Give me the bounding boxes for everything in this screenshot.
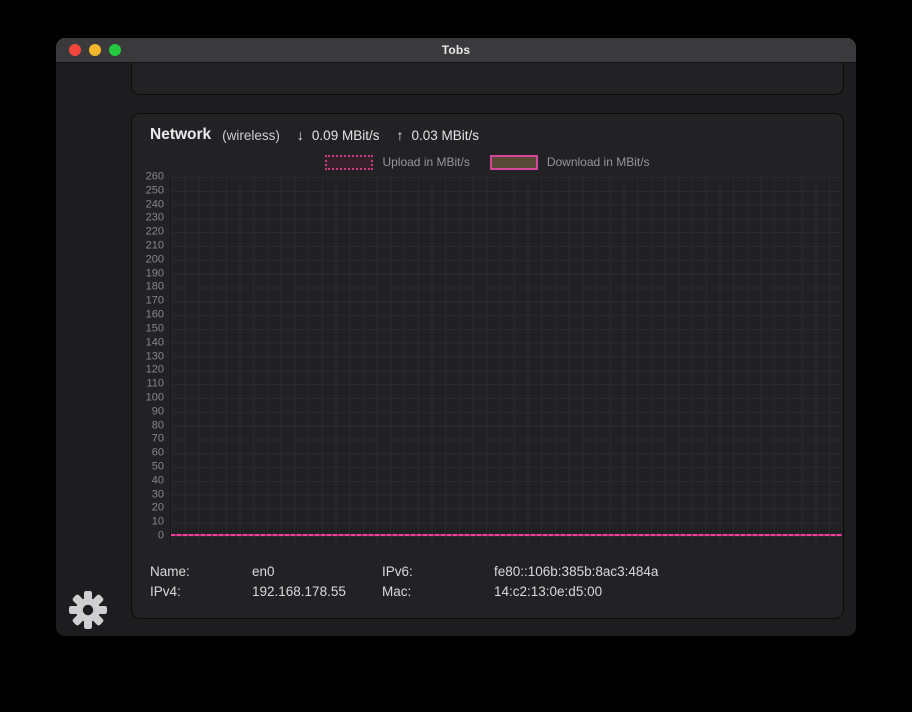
- info-value-ipv4: 192.168.178.55: [252, 584, 346, 599]
- zoom-button[interactable]: [109, 44, 121, 56]
- legend-label: Download in MBit/s: [546, 155, 650, 169]
- y-tick-label: 110: [146, 377, 164, 390]
- y-tick-label: 160: [145, 308, 164, 321]
- chart-plot-area: [170, 177, 842, 544]
- y-tick-label: 250: [145, 184, 164, 197]
- y-tick-label: 170: [145, 294, 164, 307]
- y-tick-label: 100: [145, 391, 164, 404]
- y-tick-label: 150: [145, 322, 164, 335]
- download-arrow-icon: ↓: [296, 127, 304, 143]
- y-tick-label: 260: [145, 170, 164, 183]
- y-tick-label: 240: [145, 198, 164, 211]
- y-tick-label: 40: [151, 474, 164, 487]
- close-button[interactable]: [69, 44, 81, 56]
- settings-button[interactable]: [68, 590, 108, 630]
- y-tick-label: 60: [151, 446, 164, 459]
- network-panel: Network (wireless) ↓ 0.09 MBit/s ↑ 0.03 …: [131, 113, 844, 619]
- info-value-ipv6: fe80::106b:385b:8ac3:484a: [494, 564, 659, 579]
- y-tick-label: 10: [151, 515, 164, 528]
- info-label: IPv6:: [382, 564, 413, 579]
- y-tick-label: 180: [145, 280, 164, 293]
- y-tick-label: 50: [151, 460, 164, 473]
- y-tick-label: 20: [151, 501, 164, 514]
- y-tick-label: 140: [145, 336, 164, 349]
- info-label: IPv4:: [150, 584, 181, 599]
- chart-legend: Upload in MBit/s Download in MBit/s: [132, 154, 843, 170]
- network-header: Network (wireless) ↓ 0.09 MBit/s ↑ 0.03 …: [150, 124, 479, 146]
- window-title: Tobs: [441, 43, 471, 57]
- traffic-lights: [69, 44, 121, 56]
- info-value-name: en0: [252, 564, 275, 579]
- download-rate: 0.09 MBit/s: [311, 127, 380, 143]
- y-tick-label: 230: [145, 211, 164, 224]
- info-label: Name:: [150, 564, 190, 579]
- upload-series-line: [171, 534, 842, 536]
- y-tick-label: 190: [145, 267, 164, 280]
- y-tick-label: 30: [151, 488, 164, 501]
- download-swatch-icon: [489, 154, 538, 170]
- y-tick-label: 90: [151, 405, 164, 418]
- y-tick-label: 210: [145, 239, 164, 252]
- desktop: { "titlebar": { "title": "Tobs" }, "traf…: [0, 0, 912, 712]
- panel-title: Network: [150, 126, 212, 143]
- y-tick-label: 130: [145, 350, 164, 362]
- y-axis: 260 250 240 230 220 210 200 190 180 170 160 150 140 1…: [132, 171, 164, 541]
- upload-arrow-icon: ↑: [396, 127, 404, 143]
- legend-label: Upload in MBit/s: [382, 155, 470, 169]
- panel-above-partial: [131, 63, 844, 95]
- info-value-mac: 14:c2:13:0e:d5:00: [494, 584, 603, 599]
- y-tick-label: 200: [145, 253, 164, 266]
- interface-info: Name: en0 IPv6: fe80::106b:385b:8ac3:484…: [150, 562, 825, 602]
- y-tick-label: 220: [145, 225, 164, 238]
- upload-swatch-icon: [325, 154, 374, 170]
- legend-item-upload[interactable]: Upload in MBit/s: [325, 154, 470, 170]
- y-tick-label: 80: [151, 419, 164, 432]
- titlebar[interactable]: Tobs: [56, 38, 856, 63]
- info-label: Mac:: [382, 584, 412, 599]
- gear-icon: [69, 591, 107, 629]
- y-tick-label: 0: [157, 529, 164, 542]
- y-tick-label: 70: [151, 432, 164, 445]
- y-tick-label: 120: [145, 363, 164, 376]
- minimize-button[interactable]: [89, 44, 101, 56]
- app-window: Tobs Network (wireless) ↓ 0.09 MBit/s ↑ …: [55, 37, 857, 637]
- upload-rate: 0.03 MBit/s: [411, 127, 479, 143]
- interface-type: (wireless): [222, 127, 280, 143]
- legend-item-download[interactable]: Download in MBit/s: [489, 154, 650, 170]
